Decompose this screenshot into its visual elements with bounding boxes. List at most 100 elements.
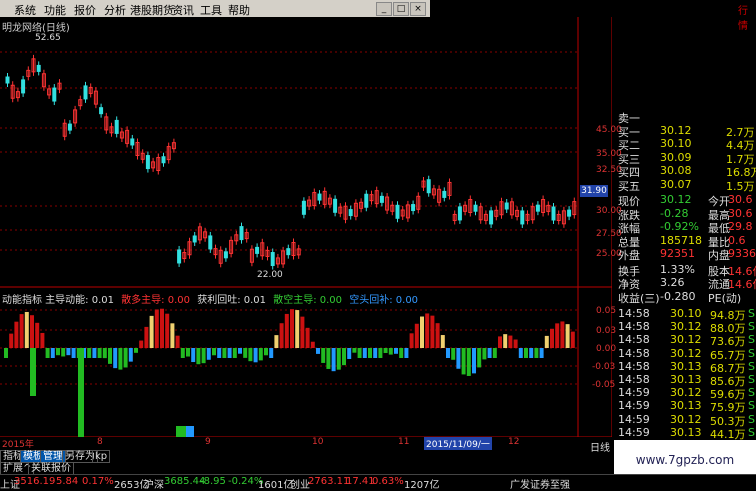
date-label: 10	[312, 437, 324, 447]
sh-change: 5.84	[56, 476, 79, 487]
tick-time: 14:58	[618, 320, 650, 334]
minimize-icon[interactable]: _	[376, 2, 392, 16]
tick-row: 14:58 30.13 68.7万 S	[616, 359, 756, 375]
quote-label: 收益(三)	[618, 291, 660, 305]
sh-pct: 0.17%	[82, 476, 114, 487]
cursor-date-label: 2015/11/09/一	[424, 437, 492, 450]
menu-item-function[interactable]: 功能	[44, 2, 66, 18]
quote-row: 买三 30.09 1.7万	[616, 150, 756, 166]
tick-flag: S	[748, 386, 755, 400]
period-label[interactable]: 日线	[590, 439, 610, 454]
quote-label: 外盘	[618, 249, 640, 262]
menu-right-label: 行情	[738, 6, 748, 32]
tick-flag: S	[748, 399, 755, 413]
tick-row: 14:58 30.12 73.6万 S	[616, 333, 756, 348]
tick-time: 14:59	[618, 399, 650, 413]
tick-flag: S	[748, 333, 755, 347]
menu-item-analysis[interactable]: 分析	[104, 2, 126, 18]
tick-time: 14:59	[618, 386, 650, 400]
tick-price: 30.13	[670, 373, 702, 386]
tick-flag: S	[748, 346, 755, 360]
tick-time: 14:59	[618, 425, 650, 439]
tick-price: 30.12	[670, 333, 702, 347]
quote-row: 买一 30.12 2.7万	[616, 123, 756, 139]
quote-row: 外盘 92351 内盘 9336	[616, 247, 756, 262]
date-axis: 2015年 8 9 10 11 2015/11/09/一 12	[0, 437, 612, 450]
chart-title: 明龙网络(日线)	[2, 23, 70, 34]
quote-extra-value: 29.8	[728, 220, 753, 233]
tick-price: 30.10	[670, 307, 702, 320]
kline-chart[interactable]	[0, 17, 612, 437]
vol-tick-m003: -0.03	[592, 362, 616, 372]
sh-value: 3516.19	[14, 476, 56, 487]
indicator-main: 动能指标 主导动能: 0.01	[2, 295, 114, 306]
tick-flag: S	[748, 373, 755, 386]
tick-flag: S	[748, 412, 755, 426]
quote-row: 总量 185718 量比 0.6	[616, 233, 756, 249]
quote-row: 收益(三) -0.280 PE(动)	[616, 289, 756, 305]
quote-row: 现价 30.12 今开 30.6	[616, 193, 756, 208]
tick-row: 14:58 30.12 65.7万 S	[616, 346, 756, 362]
vol-tick-000: 0.00	[596, 344, 617, 354]
quote-extra-label: PE(动)	[708, 291, 742, 305]
quote-price: -0.28	[660, 206, 689, 220]
vol-tick-005: 0.05	[596, 306, 617, 316]
high-marker-label: 52.65	[35, 33, 61, 43]
quote-extra-value: 30.6	[728, 206, 753, 220]
cy-pct: 0.63%	[372, 476, 404, 487]
tick-row: 14:59 30.13 44.1万 S	[616, 425, 756, 441]
quote-price: 30.07	[660, 177, 692, 191]
quote-extra-value: 30.6	[728, 193, 753, 206]
quote-extra-value: 9336	[728, 247, 756, 260]
tick-time: 14:58	[618, 333, 650, 347]
quote-price: 30.10	[660, 137, 692, 150]
menu-item-tools[interactable]: 工具	[200, 2, 222, 18]
indicator-bull: 散多主导: 0.00	[121, 295, 191, 306]
tick-flag: S	[748, 359, 755, 373]
menu-bar: 系统 功能 报价 分析 港股期货 资讯 工具 帮助 _ □ × 行情	[0, 0, 756, 32]
menu-item-news[interactable]: 资讯	[172, 2, 194, 18]
quote-price: 30.12	[660, 123, 692, 137]
quote-price: 185718	[660, 233, 702, 247]
quote-price: 30.08	[660, 164, 692, 177]
current-price-box: 31.90	[580, 185, 608, 197]
status-bar: 上证 3516.19 5.84 0.17% 2653亿 沪深 3685.44 -…	[0, 474, 756, 491]
maximize-icon[interactable]: □	[393, 2, 409, 16]
tick-price: 30.12	[670, 346, 702, 360]
quote-price: 30.09	[660, 150, 692, 164]
menu-item-quote[interactable]: 报价	[74, 2, 96, 18]
cy-amount: 1207亿	[404, 480, 440, 491]
cy-label: 创业	[290, 480, 310, 491]
quote-row: 换手1.33%股本14.6亿	[616, 263, 756, 278]
menu-right-area: 行情	[430, 0, 756, 32]
menu-item-help[interactable]: 帮助	[228, 2, 250, 18]
menu-item-system[interactable]: 系统	[14, 2, 36, 18]
quote-price: 30.12	[660, 193, 692, 206]
date-label: 11	[398, 437, 410, 447]
tick-price: 30.12	[670, 320, 702, 334]
tick-row: 14:58 30.10 94.8万 S	[616, 307, 756, 322]
indicator-title: 动能指标 主导动能: 0.01 散多主导: 0.00 获利回吐: 0.01 散空…	[2, 291, 422, 306]
tick-flag: S	[748, 320, 755, 334]
cy-change: 17.41	[346, 476, 375, 487]
tick-time: 14:58	[618, 359, 650, 373]
date-label: 9	[205, 437, 211, 447]
bottom-tabs: 指标 模板 管理 另存为 kp	[0, 450, 612, 463]
quote-price: -0.280	[660, 289, 696, 303]
tick-row: 14:58 30.13 85.6万 S	[616, 373, 756, 388]
broker-label: 广发证券至强	[510, 480, 570, 491]
tick-time: 14:59	[618, 412, 650, 426]
quote-label: 买五	[618, 179, 640, 193]
close-icon[interactable]: ×	[410, 2, 426, 16]
tick-price: 30.12	[670, 386, 702, 400]
indicator-bear: 散空主导: 0.00	[273, 295, 343, 306]
indicator-profit: 获利回吐: 0.01	[197, 295, 267, 306]
indicator-cover: 空头回补: 0.00	[349, 295, 419, 306]
quote-row: 卖一	[616, 110, 756, 125]
quote-price: 92351	[660, 247, 695, 260]
tick-time: 14:58	[618, 373, 650, 386]
menu-item-hk-futures[interactable]: 港股期货	[130, 2, 174, 18]
cy-value: 2763.11	[308, 476, 350, 487]
tick-row: 14:59 30.12 50.3万 S	[616, 412, 756, 428]
tick-price: 30.13	[670, 359, 702, 373]
